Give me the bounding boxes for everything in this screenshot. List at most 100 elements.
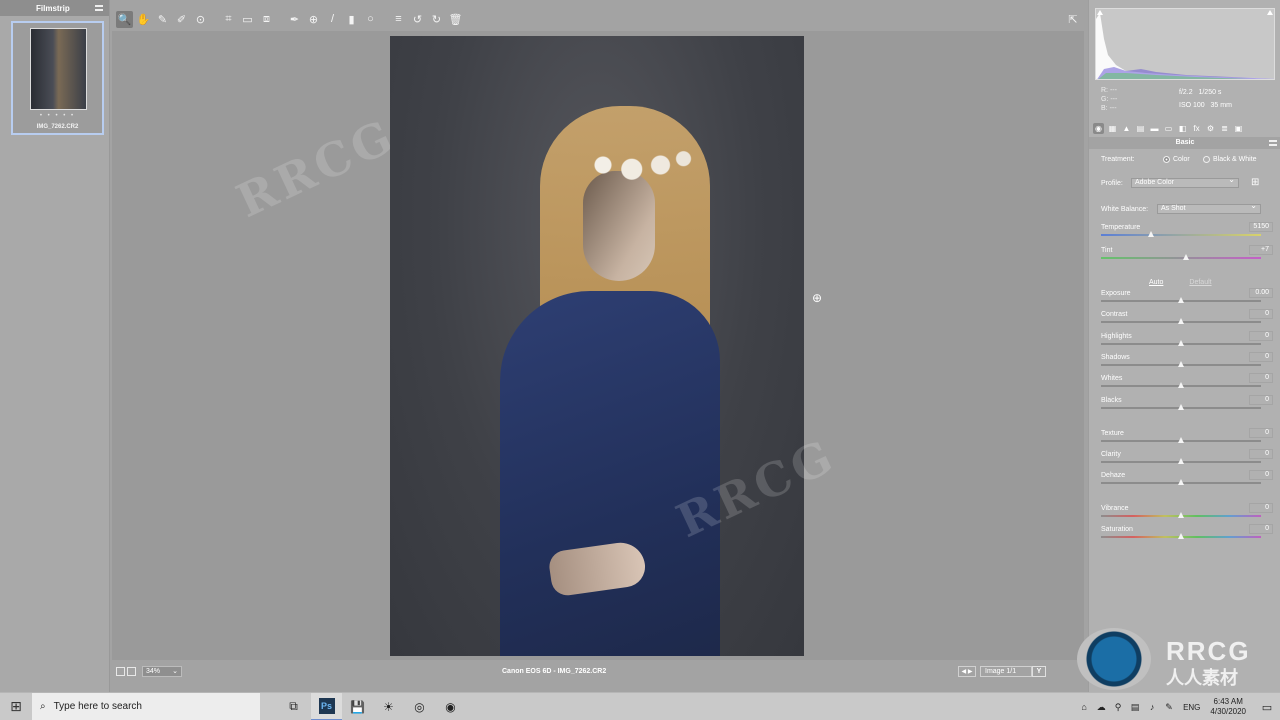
highlights-label: Highlights [1101,333,1132,340]
detail-tab-icon[interactable]: ▲ [1121,123,1132,134]
dehaze-slider-handle[interactable] [1178,479,1184,485]
shadows-slider-handle[interactable] [1178,361,1184,367]
contrast-slider-handle[interactable] [1178,318,1184,324]
hsl-tab-icon[interactable]: ▤ [1135,123,1146,134]
zoom-out-button[interactable] [116,666,125,676]
image-canvas[interactable]: RRCG RRCG ⊕ [112,31,1084,660]
tone-curve-tab-icon[interactable]: ▦ [1107,123,1118,134]
preferences-tool-icon[interactable]: ≡ [390,11,407,28]
save-icon[interactable]: 💾 [342,693,373,720]
pen-icon[interactable]: ✎ [1162,702,1176,713]
color-sampler-tool-icon[interactable]: ✐ [173,11,190,28]
red-eye-tool-icon[interactable]: ⊕ [305,11,322,28]
whites-slider-handle[interactable] [1178,382,1184,388]
default-link[interactable]: Default [1189,279,1211,286]
shadow-clip-icon[interactable] [1097,10,1103,15]
texture-slider-handle[interactable] [1178,437,1184,443]
auto-link[interactable]: Auto [1149,279,1163,286]
adjustment-brush-tool-icon[interactable]: / [324,11,341,28]
clock[interactable]: 6:43 AM 4/30/2020 [1210,697,1246,717]
zoom-in-button[interactable] [127,666,136,676]
calibration-tab-icon[interactable]: ⚙ [1205,123,1216,134]
dehaze-value[interactable]: 0 [1249,470,1273,480]
start-button[interactable]: ⊞ [0,693,32,720]
trash-tool-icon[interactable]: 🗑 [447,11,464,28]
people-icon[interactable]: ⌂ [1077,702,1091,712]
straighten-tool-icon[interactable]: ▭ [239,11,256,28]
thumbnail-rating[interactable]: • • • • • [13,113,102,119]
temperature-slider-track[interactable] [1101,234,1261,236]
before-after-toggle[interactable]: Y [1032,665,1046,677]
saturation-value[interactable]: 0 [1249,524,1273,534]
language-indicator[interactable]: ENG [1183,703,1200,712]
saturation-slider-handle[interactable] [1178,533,1184,539]
temperature-value[interactable]: 5150 [1249,222,1273,232]
lens-tab-icon[interactable]: ▭ [1163,123,1174,134]
basic-tab-icon[interactable]: ◉ [1093,122,1104,134]
texture-value[interactable]: 0 [1249,428,1273,438]
network-icon[interactable]: ▤ [1128,702,1142,713]
open-preferences-icon[interactable]: ⇱ [1065,11,1081,27]
spot-removal-tool-icon[interactable]: ✒ [286,11,303,28]
shadows-value[interactable]: 0 [1249,352,1273,362]
microphone-icon[interactable]: ⚲ [1111,702,1125,713]
blacks-slider-handle[interactable] [1178,404,1184,410]
watermark-text: RRCG [228,107,404,229]
histogram [1095,8,1275,80]
rotate-right-tool-icon[interactable]: ↻ [428,11,445,28]
radial-filter-tool-icon[interactable]: ○ [362,11,379,28]
clarity-slider-handle[interactable] [1178,458,1184,464]
treatment-bw-radio[interactable]: Black & White [1203,155,1257,165]
exposure-slider-handle[interactable] [1178,297,1184,303]
transform-tool-icon[interactable]: ⧈ [258,11,275,28]
sun-app-icon[interactable]: ☀ [373,693,404,720]
camera-app-icon[interactable]: ◎ [404,693,435,720]
zoom-tool-icon[interactable]: 🔍 [116,10,133,28]
whites-value[interactable]: 0 [1249,373,1273,383]
effects-tab-icon[interactable]: fx [1191,123,1202,134]
blacks-value[interactable]: 0 [1249,395,1273,405]
vibrance-slider-handle[interactable] [1178,512,1184,518]
white-balance-select[interactable]: As Shot [1157,202,1261,214]
split-toning-tab-icon[interactable]: ▬ [1149,123,1160,134]
snapshots-tab-icon[interactable]: ▣ [1233,123,1244,134]
profile-select[interactable]: Adobe Color [1131,176,1239,188]
tint-slider-track[interactable] [1101,257,1261,259]
hand-tool-icon[interactable]: ✋ [135,11,152,28]
preview-photo[interactable] [390,36,804,656]
task-view-icon[interactable]: ⧉ [278,693,309,720]
highlight-clip-icon[interactable] [1267,10,1273,15]
prev-next-buttons[interactable]: ◀ ▶ [958,665,976,677]
taskbar-search[interactable]: ⌕ Type here to search [32,692,260,720]
logo-subtext: 人人素材 [1166,668,1238,688]
presets-tab-icon[interactable]: ≣ [1219,123,1230,134]
tint-value[interactable]: +7 [1249,245,1273,255]
crop-tool-icon[interactable]: ⌗ [220,11,237,28]
targeted-adjustment-tool-icon[interactable]: ⊙ [192,11,209,28]
temperature-slider-handle[interactable] [1147,231,1154,237]
white-balance-tool-icon[interactable]: ✎ [154,11,171,28]
filmstrip-thumbnail[interactable]: • • • • • IMG_7262.CR2 [11,21,104,135]
tint-slider-handle[interactable] [1182,254,1189,260]
vibrance-value[interactable]: 0 [1249,503,1273,513]
clarity-value[interactable]: 0 [1249,449,1273,459]
exposure-value[interactable]: 0.00 [1249,288,1273,298]
panel-menu-icon[interactable] [1269,140,1277,146]
photoshop-icon[interactable]: Ps [311,692,342,720]
transform-tab-icon[interactable]: ◧ [1177,123,1188,134]
highlights-value[interactable]: 0 [1249,331,1273,341]
cloud-icon[interactable]: ☁ [1094,702,1108,713]
thumbnail-filename: IMG_7262.CR2 [36,124,79,130]
zoom-select[interactable]: 34% ⌄ [142,665,182,677]
profile-browser-icon[interactable]: ⊞ [1251,177,1259,188]
notifications-icon[interactable]: ▭ [1254,701,1280,714]
chrome-icon[interactable]: ◉ [435,693,466,720]
filmstrip-menu-icon[interactable] [95,5,103,11]
rotate-left-tool-icon[interactable]: ↺ [409,11,426,28]
treatment-color-radio[interactable]: Color [1163,155,1190,165]
contrast-value[interactable]: 0 [1249,309,1273,319]
filmstrip-header: Filmstrip [0,0,109,16]
graduated-filter-tool-icon[interactable]: ▮ [343,11,360,28]
highlights-slider-handle[interactable] [1178,340,1184,346]
volume-icon[interactable]: ♪ [1145,702,1159,712]
